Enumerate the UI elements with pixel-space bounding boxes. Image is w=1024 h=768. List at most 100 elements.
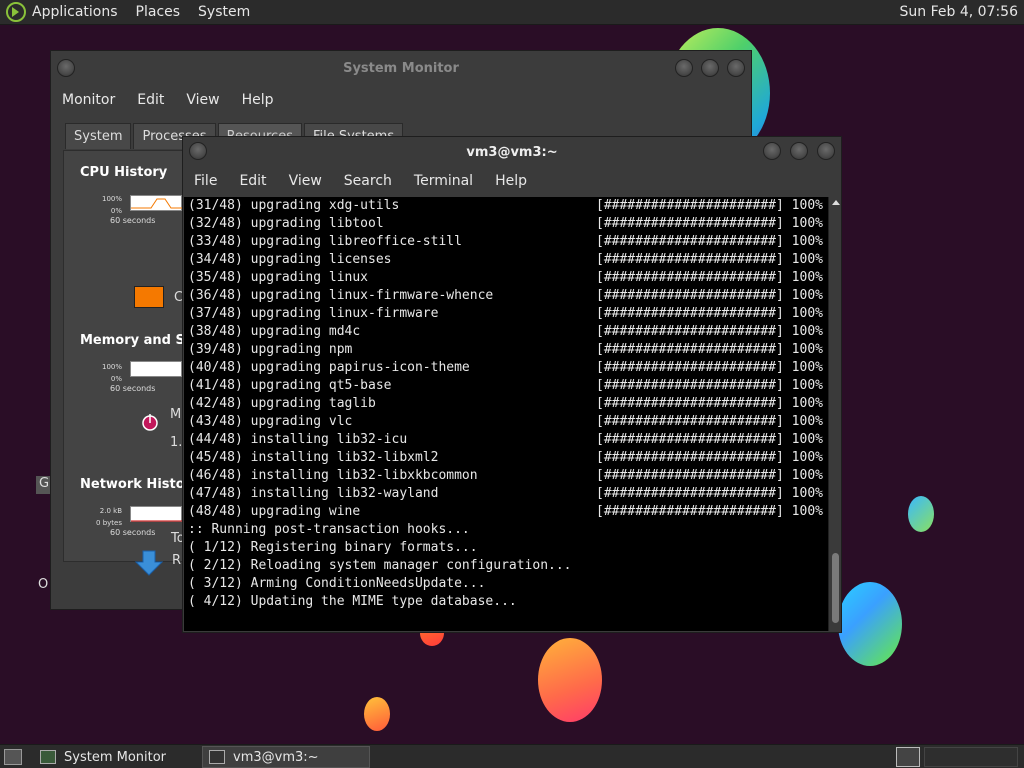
terminal-scrollbar[interactable] — [828, 197, 841, 631]
close-button[interactable] — [817, 142, 835, 160]
terminal-progress-bar: [######################] 100% — [596, 252, 823, 267]
terminal-line: (37/48) upgrading linux-firmware [#######… — [184, 305, 828, 323]
terminal-line: (36/48) upgrading linux-firmware-whence [… — [184, 287, 828, 305]
terminal-progress-bar: [######################] 100% — [596, 324, 823, 339]
maximize-button[interactable] — [701, 59, 719, 77]
menu-edit[interactable]: Edit — [137, 92, 164, 108]
memory-axis-top: 100% — [101, 363, 122, 371]
download-arrow-icon — [134, 550, 164, 576]
menu-help[interactable]: Help — [495, 173, 527, 189]
workspace-2[interactable] — [924, 747, 1018, 767]
terminal-line-text: (47/48) installing lib32-wayland — [188, 486, 439, 501]
cpu-history-graph — [130, 195, 183, 211]
terminal-line-text: ( 3/12) Arming ConditionNeedsUpdate... — [188, 576, 486, 591]
menu-applications[interactable]: Applications — [32, 4, 118, 20]
bottom-taskbar: System Monitor vm3@vm3:~ — [0, 744, 1024, 768]
network-seconds-label: 60 seconds — [110, 528, 156, 537]
tab-system[interactable]: System — [65, 123, 132, 149]
terminal-line-text: (35/48) upgrading linux — [188, 270, 369, 285]
terminal-output[interactable]: (31/48) upgrading xdg-utils [############… — [184, 197, 828, 631]
terminal-line: (41/48) upgrading qt5-base [#############… — [184, 377, 828, 395]
cpu-axis-bottom: 0% — [110, 207, 122, 215]
window-titlebar[interactable]: System Monitor — [51, 51, 751, 85]
workspace-1[interactable] — [896, 747, 920, 767]
taskbar-item-label: vm3@vm3:~ — [233, 749, 319, 765]
terminal-menubar: File Edit View Search Terminal Help — [183, 167, 841, 195]
terminal-line-text: (44/48) installing lib32-icu — [188, 432, 408, 447]
window-titlebar[interactable]: vm3@vm3:~ — [183, 137, 841, 167]
menu-edit[interactable]: Edit — [239, 173, 266, 189]
terminal-line: ( 1/12) Registering binary formats... — [184, 539, 828, 557]
system-monitor-icon — [40, 750, 56, 764]
scroll-thumb[interactable] — [832, 553, 839, 623]
menu-view[interactable]: View — [186, 92, 219, 108]
menu-terminal[interactable]: Terminal — [414, 173, 473, 189]
terminal-line-text: (41/48) upgrading qt5-base — [188, 378, 392, 393]
terminal-progress-bar: [######################] 100% — [596, 198, 823, 213]
network-received-label: R — [172, 553, 182, 568]
memory-axis-bottom: 0% — [110, 375, 122, 383]
terminal-line: (38/48) upgrading md4c [#################… — [184, 323, 828, 341]
terminal-line: :: Running post-transaction hooks... — [184, 521, 828, 539]
terminal-line-text: (37/48) upgrading linux-firmware — [188, 306, 439, 321]
terminal-window: vm3@vm3:~ File Edit View Search Terminal… — [182, 136, 842, 633]
taskbar-item-system-monitor[interactable]: System Monitor — [34, 746, 198, 768]
memory-value: 1. — [170, 435, 183, 450]
terminal-line: (34/48) upgrading licenses [#############… — [184, 251, 828, 269]
terminal-line-text: :: Running post-transaction hooks... — [188, 522, 470, 537]
menu-file[interactable]: File — [194, 173, 217, 189]
menu-search[interactable]: Search — [344, 173, 392, 189]
cpu-seconds-label: 60 seconds — [110, 216, 156, 225]
menu-system[interactable]: System — [198, 4, 250, 20]
desktop-icon-label[interactable]: O — [38, 577, 48, 592]
network-axis-top: 2.0 kB — [99, 507, 122, 515]
terminal-line-text: (48/48) upgrading wine — [188, 504, 361, 519]
terminal-line-text: (38/48) upgrading md4c — [188, 324, 361, 339]
window-menu-button[interactable] — [57, 59, 75, 77]
terminal-line-text: (46/48) installing lib32-libxkbcommon — [188, 468, 478, 483]
terminal-progress-bar: [######################] 100% — [596, 504, 823, 519]
menu-monitor[interactable]: Monitor — [62, 92, 115, 108]
terminal-line: (42/48) upgrading taglib [###############… — [184, 395, 828, 413]
terminal-progress-bar: [######################] 100% — [596, 396, 823, 411]
panel-clock[interactable]: Sun Feb 4, 07:56 — [900, 4, 1018, 20]
network-history-graph — [130, 506, 183, 522]
terminal-line: (39/48) upgrading npm [##################… — [184, 341, 828, 359]
memory-seconds-label: 60 seconds — [110, 384, 156, 393]
terminal-line-text: (45/48) installing lib32-libxml2 — [188, 450, 439, 465]
terminal-line: (44/48) installing lib32-icu [###########… — [184, 431, 828, 449]
scroll-up-arrow-icon[interactable] — [832, 200, 840, 205]
taskbar-item-terminal[interactable]: vm3@vm3:~ — [202, 746, 370, 768]
distro-logo-icon[interactable] — [6, 2, 26, 22]
terminal-line: (46/48) installing lib32-libxkbcommon [##… — [184, 467, 828, 485]
terminal-line: ( 3/12) Arming ConditionNeedsUpdate... — [184, 575, 828, 593]
show-desktop-icon[interactable] — [4, 749, 22, 765]
terminal-progress-bar: [######################] 100% — [596, 450, 823, 465]
terminal-line-text: (39/48) upgrading npm — [188, 342, 353, 357]
terminal-line: (40/48) upgrading papirus-icon-theme [###… — [184, 359, 828, 377]
window-title: vm3@vm3:~ — [466, 144, 558, 160]
terminal-progress-bar: [######################] 100% — [596, 360, 823, 375]
maximize-button[interactable] — [790, 142, 808, 160]
cpu-color-swatch[interactable] — [134, 286, 164, 308]
menu-places[interactable]: Places — [136, 4, 181, 20]
terminal-line-text: ( 1/12) Registering binary formats... — [188, 540, 478, 555]
terminal-line-text: (40/48) upgrading papirus-icon-theme — [188, 360, 470, 375]
menu-help[interactable]: Help — [242, 92, 274, 108]
wallpaper-bubble — [908, 496, 934, 532]
terminal-line-text: (31/48) upgrading xdg-utils — [188, 198, 400, 213]
minimize-button[interactable] — [675, 59, 693, 77]
terminal-line-text: (36/48) upgrading linux-firmware-whence — [188, 288, 494, 303]
terminal-progress-bar: [######################] 100% — [596, 234, 823, 249]
close-button[interactable] — [727, 59, 745, 77]
terminal-line: (32/48) upgrading libtool [##############… — [184, 215, 828, 233]
window-menu-button[interactable] — [189, 142, 207, 160]
terminal-line-text: (32/48) upgrading libtool — [188, 216, 384, 231]
minimize-button[interactable] — [763, 142, 781, 160]
wallpaper-bubble — [838, 582, 902, 666]
menu-view[interactable]: View — [289, 173, 322, 189]
terminal-line: (48/48) upgrading wine [#################… — [184, 503, 828, 521]
cpu-history-heading: CPU History — [80, 165, 168, 180]
cpu-axis-top: 100% — [101, 195, 122, 203]
desktop-icon-label[interactable]: G — [36, 476, 50, 494]
